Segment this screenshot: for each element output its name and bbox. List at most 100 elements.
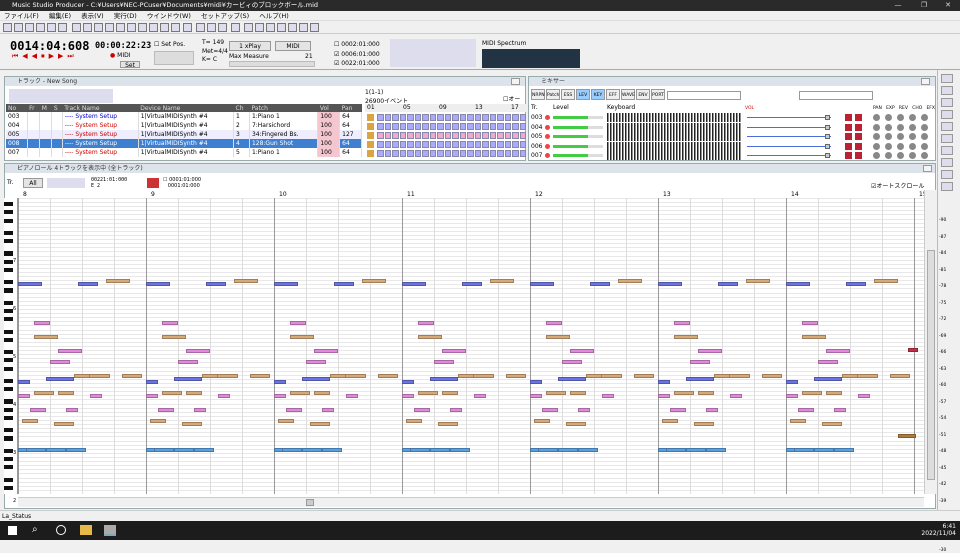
track-block[interactable]	[422, 150, 429, 157]
knob[interactable]	[885, 123, 892, 131]
track-block[interactable]	[519, 150, 526, 157]
note[interactable]	[78, 282, 98, 286]
col-track-name[interactable]: Track Name	[62, 104, 139, 112]
close-button[interactable]: ✕	[936, 0, 960, 11]
note[interactable]	[202, 374, 218, 378]
black-key[interactable]	[4, 485, 13, 490]
note[interactable]	[430, 377, 458, 381]
knob[interactable]	[897, 142, 904, 150]
track-block[interactable]	[407, 114, 414, 121]
note[interactable]	[330, 374, 346, 378]
track-block[interactable]	[459, 132, 466, 139]
track-block[interactable]	[422, 132, 429, 139]
note[interactable]	[406, 419, 422, 423]
black-key[interactable]	[4, 317, 13, 322]
track-block[interactable]	[377, 141, 384, 148]
grid-icon[interactable]	[299, 23, 308, 32]
black-key[interactable]	[4, 280, 13, 285]
note[interactable]	[802, 335, 826, 339]
track-block[interactable]	[407, 141, 414, 148]
note[interactable]	[534, 419, 550, 423]
knob[interactable]	[909, 123, 916, 131]
note[interactable]	[578, 408, 590, 412]
col-ch[interactable]: Ch	[233, 104, 250, 112]
track-block[interactable]	[452, 123, 459, 130]
knob[interactable]	[897, 114, 904, 121]
mixer-row[interactable]: 007	[529, 151, 937, 160]
black-key[interactable]	[4, 288, 13, 293]
channel[interactable]: 3	[233, 130, 250, 139]
table-row[interactable]: 005 ---- System Setup 1|VirtualMIDISynth…	[6, 130, 362, 139]
note[interactable]	[34, 335, 58, 339]
black-key[interactable]	[4, 366, 13, 371]
volume[interactable]: 100	[317, 121, 341, 130]
note[interactable]	[570, 391, 586, 395]
track-block[interactable]	[444, 141, 451, 148]
solo-button[interactable]	[855, 133, 862, 140]
volume[interactable]: 100	[317, 139, 341, 148]
note[interactable]	[546, 321, 562, 325]
track-block[interactable]	[519, 114, 526, 121]
edit-buttons-panel[interactable]	[390, 39, 476, 67]
mini-keyboard[interactable]	[607, 132, 741, 141]
note[interactable]	[690, 360, 710, 364]
note[interactable]	[746, 279, 770, 283]
black-key[interactable]	[4, 448, 13, 453]
device-name[interactable]: 1|VirtualMIDISynth #4	[138, 139, 235, 148]
track-block[interactable]	[384, 132, 391, 139]
pan[interactable]: 64	[339, 121, 362, 130]
note[interactable]	[274, 282, 298, 286]
black-key[interactable]	[4, 457, 13, 462]
track-block[interactable]	[414, 132, 421, 139]
knob[interactable]	[873, 152, 880, 159]
note[interactable]	[590, 282, 610, 286]
track-name[interactable]: ---- System Setup	[62, 121, 139, 130]
vertical-scrollbar[interactable]	[924, 190, 936, 494]
black-key[interactable]	[4, 399, 13, 404]
record-indicator[interactable]: ● MIDI	[110, 52, 131, 59]
mixer-tab[interactable]: KEY	[591, 89, 605, 100]
side-tool-button[interactable]	[941, 134, 953, 143]
note[interactable]	[822, 422, 842, 426]
locator-1[interactable]: 0002:01:000	[341, 41, 379, 48]
black-key[interactable]	[4, 267, 13, 272]
track-block[interactable]	[504, 150, 511, 157]
col-device[interactable]: Device Name	[138, 104, 234, 112]
note[interactable]	[546, 391, 566, 395]
track-block[interactable]	[429, 141, 436, 148]
device-name[interactable]: 1|VirtualMIDISynth #4	[138, 130, 235, 139]
track-block[interactable]	[377, 123, 384, 130]
side-tool-button[interactable]	[941, 170, 953, 179]
note[interactable]	[814, 377, 842, 381]
note[interactable]	[450, 408, 462, 412]
note[interactable]	[194, 448, 214, 452]
note[interactable]	[58, 391, 74, 395]
note[interactable]	[546, 335, 570, 339]
track-block[interactable]	[384, 150, 391, 157]
track-block[interactable]	[392, 150, 399, 157]
msp-app-icon[interactable]	[104, 525, 116, 536]
mute-button[interactable]	[845, 123, 852, 131]
track-block[interactable]	[467, 123, 474, 130]
midi-button[interactable]: MIDI	[275, 41, 311, 51]
pan[interactable]: 64	[339, 139, 362, 148]
note[interactable]	[694, 422, 714, 426]
knob[interactable]	[873, 133, 880, 140]
knob[interactable]	[897, 133, 904, 140]
track-block[interactable]	[474, 123, 481, 130]
note[interactable]	[706, 448, 726, 452]
note[interactable]	[802, 321, 818, 325]
track-block[interactable]	[437, 141, 444, 148]
note[interactable]	[530, 282, 554, 286]
col-vol[interactable]: Vol	[317, 104, 340, 112]
note[interactable]	[50, 360, 70, 364]
track-name[interactable]: ---- System Setup	[62, 139, 139, 148]
knob[interactable]	[897, 152, 904, 159]
track-block[interactable]	[437, 150, 444, 157]
black-key[interactable]	[4, 259, 13, 264]
side-tool-button[interactable]	[941, 182, 953, 191]
track-block[interactable]	[467, 132, 474, 139]
note[interactable]	[618, 279, 642, 283]
note[interactable]	[290, 391, 310, 395]
note[interactable]	[658, 380, 670, 384]
